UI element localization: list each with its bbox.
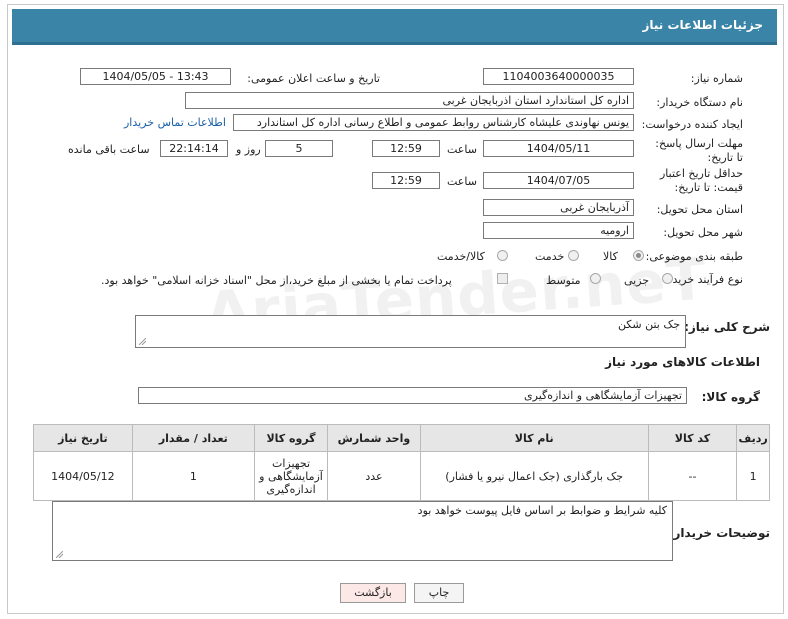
process-option-minor: جزیی [624, 274, 650, 287]
col-header-row-number: ردیف [736, 424, 770, 452]
goods-section-title: اطلاعات کالاهای مورد نیاز [605, 355, 760, 369]
cell-date: 1404/05/12 [33, 451, 133, 501]
need-number-label: شماره نیاز: [690, 72, 743, 85]
back-button[interactable]: بازگشت [340, 583, 406, 603]
process-radio-medium[interactable] [590, 273, 601, 284]
deadline-time-field[interactable]: 12:59 [372, 140, 440, 157]
deadline-label: مهلت ارسال پاسخ: تا تاریخ: [655, 137, 743, 164]
creator-label: ایجاد کننده درخواست: [641, 118, 743, 131]
table-row: 1 -- جک بارگذاری (جک اعمال نیرو یا فشار)… [33, 451, 770, 501]
resize-grip-icon[interactable] [56, 551, 63, 558]
col-header-name: نام کالا [419, 424, 649, 452]
announce-value: 1404/05/05 - 13:43 [102, 70, 209, 83]
validity-date-field[interactable]: 1404/07/05 [483, 172, 634, 189]
col-header-code: کد کالا [647, 424, 738, 452]
description-field[interactable]: جک بتن شکن [135, 315, 686, 348]
announce-label: تاریخ و ساعت اعلان عمومی: [247, 72, 380, 85]
buyer-contact-link[interactable]: اطلاعات تماس خریدار [124, 116, 226, 129]
need-number-field[interactable]: 1104003640000035 [483, 68, 634, 85]
buyer-org-label: نام دستگاه خریدار: [656, 96, 743, 109]
process-label: نوع فرآیند خرید : [665, 273, 743, 286]
notes-value: کلیه شرایط و ضوابط بر اساس فایل پیوست خو… [417, 504, 667, 517]
category-radio-goods[interactable] [633, 250, 644, 261]
notes-label: توضیحات خریدار: [668, 526, 770, 540]
table-header-row: ردیف کد کالا نام کالا واحد شمارش گروه کا… [33, 424, 770, 452]
remaining-label: ساعت باقی مانده [68, 143, 150, 156]
deadline-date-field[interactable]: 1404/05/11 [483, 140, 634, 157]
description-label: شرح کلی نیاز: [684, 320, 770, 334]
cell-name: جک بارگذاری (جک اعمال نیرو یا فشار) [419, 451, 649, 501]
days-label: روز و [236, 143, 261, 156]
province-label: استان محل تحویل: [656, 203, 743, 216]
deadline-time-label: ساعت [447, 143, 477, 156]
creator-field[interactable]: یونس نهاوندی علیشاه کارشناس روابط عمومی … [233, 114, 634, 131]
validity-label: حداقل تاریخ اعتبار قیمت: تا تاریخ: [659, 167, 743, 194]
announce-field[interactable]: 1404/05/05 - 13:43 [80, 68, 231, 85]
goods-table: ردیف کد کالا نام کالا واحد شمارش گروه کا… [33, 424, 770, 501]
description-value: جک بتن شکن [617, 318, 680, 331]
category-option-goods-service: کالا/خدمت [437, 250, 485, 263]
payment-checkbox[interactable] [497, 273, 508, 284]
cell-code: -- [647, 451, 738, 501]
col-header-unit: واحد شمارش [327, 424, 421, 452]
cell-unit: عدد [327, 451, 421, 501]
category-radio-service[interactable] [568, 250, 579, 261]
goods-group-label: گروه کالا: [701, 390, 760, 404]
category-radio-goods-service[interactable] [497, 250, 508, 261]
days-field[interactable]: 5 [265, 140, 333, 157]
col-header-group: گروه کالا [253, 424, 329, 452]
process-radio-minor[interactable] [662, 273, 673, 284]
category-label: طبقه بندی موضوعی: [645, 250, 743, 263]
remaining-time-field[interactable]: 22:14:14 [160, 140, 228, 157]
category-option-goods: کالا [603, 250, 618, 263]
category-option-service: خدمت [535, 250, 565, 263]
province-field[interactable]: آذربایجان غربی [483, 199, 634, 216]
cell-row-number: 1 [736, 451, 770, 501]
cell-group: تجهیزات آزمایشگاهی و اندازه‌گیری [253, 451, 329, 501]
validity-time-field[interactable]: 12:59 [372, 172, 440, 189]
page-header: جزئیات اطلاعات نیاز [12, 9, 777, 45]
city-label: شهر محل تحویل: [663, 226, 743, 239]
col-header-qty: تعداد / مقدار [131, 424, 255, 452]
resize-grip-icon[interactable] [139, 338, 146, 345]
validity-time-label: ساعت [447, 175, 477, 188]
print-button[interactable]: چاپ [414, 583, 464, 603]
notes-field[interactable]: کلیه شرایط و ضوابط بر اساس فایل پیوست خو… [52, 501, 673, 561]
cell-qty: 1 [131, 451, 255, 501]
page-title: جزئیات اطلاعات نیاز [642, 18, 763, 32]
payment-note: پرداخت تمام یا بخشی از مبلغ خرید،از محل … [101, 274, 452, 287]
city-field[interactable]: ارومیه [483, 222, 634, 239]
buyer-org-field[interactable]: اداره کل استاندارد استان اذربایجان غربی [185, 92, 634, 109]
process-option-medium: متوسط [546, 274, 581, 287]
goods-group-field[interactable]: تجهیزات آزمایشگاهی و اندازه‌گیری [138, 387, 687, 404]
col-header-date: تاریخ نیاز [33, 424, 133, 452]
